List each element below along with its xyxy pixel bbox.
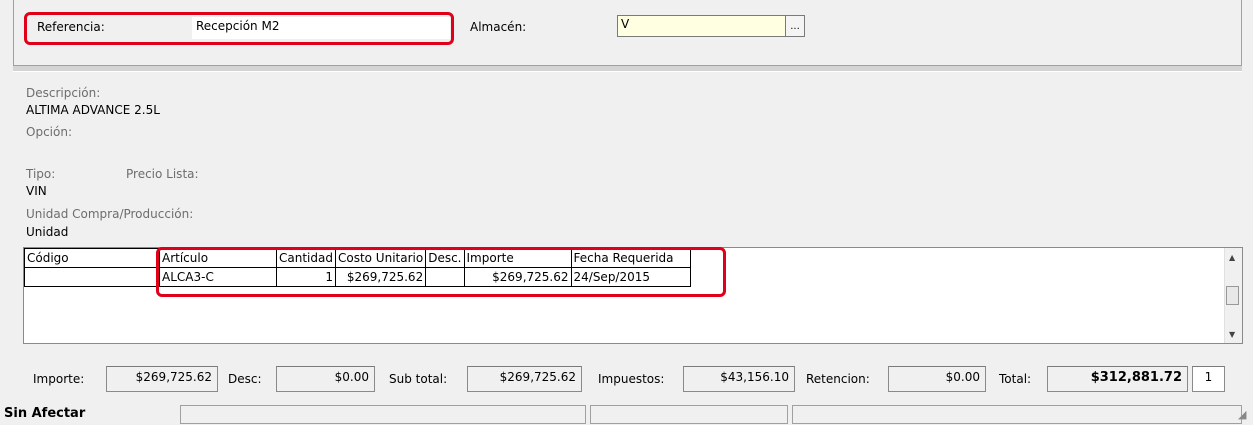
tipo-value: VIN bbox=[26, 184, 47, 198]
scroll-thumb[interactable] bbox=[1226, 286, 1239, 305]
impuestos-label: Impuestos: bbox=[598, 372, 665, 386]
subtotal-field: $269,725.62 bbox=[467, 366, 582, 392]
grid-row-highlight bbox=[156, 247, 726, 297]
precio-lista-label: Precio Lista: bbox=[126, 167, 199, 181]
status-panel-2 bbox=[180, 405, 586, 424]
status-panel-4 bbox=[792, 405, 1242, 424]
impuestos-field: $43,156.10 bbox=[683, 366, 795, 392]
retencion-field: $0.00 bbox=[888, 366, 986, 392]
almacen-input[interactable]: V bbox=[617, 15, 787, 37]
count-field: 1 bbox=[1192, 366, 1225, 392]
scroll-up-icon[interactable]: ▲ bbox=[1229, 253, 1235, 262]
status-panel-3 bbox=[590, 405, 788, 424]
grid-vertical-scrollbar[interactable]: ▲ ▼ bbox=[1224, 248, 1242, 343]
referencia-input[interactable]: Recepción M2 bbox=[192, 17, 450, 39]
opcion-label: Opción: bbox=[26, 125, 72, 139]
retencion-label: Retencion: bbox=[806, 372, 870, 386]
desc-label: Desc: bbox=[228, 372, 262, 386]
column-header-codigo[interactable]: Código bbox=[24, 248, 160, 268]
status-state: Sin Afectar bbox=[4, 406, 86, 421]
subtotal-label: Sub total: bbox=[389, 372, 448, 386]
resize-grip-icon[interactable]: ◢ bbox=[1238, 408, 1246, 421]
descripcion-value: ALTIMA ADVANCE 2.5L bbox=[26, 103, 160, 117]
status-bar: Sin Afectar ◢ bbox=[0, 402, 1253, 425]
importe-total-field: $269,725.62 bbox=[106, 366, 218, 392]
referencia-label: Referencia: bbox=[37, 20, 105, 34]
total-label: Total: bbox=[999, 372, 1032, 386]
importe-label: Importe: bbox=[33, 372, 85, 386]
cell-codigo[interactable] bbox=[24, 267, 160, 287]
desc-total-field: $0.00 bbox=[276, 366, 375, 392]
tipo-label: Tipo: bbox=[26, 167, 56, 181]
almacen-lookup-button[interactable]: ... bbox=[785, 15, 805, 37]
unidad-value: Unidad bbox=[26, 225, 69, 239]
total-field: $312,881.72 bbox=[1047, 366, 1188, 392]
header-divider bbox=[13, 66, 1242, 72]
almacen-label: Almacén: bbox=[470, 20, 527, 34]
descripcion-label: Descripción: bbox=[26, 86, 101, 100]
scroll-down-icon[interactable]: ▼ bbox=[1229, 330, 1235, 339]
unidad-label: Unidad Compra/Producción: bbox=[26, 207, 194, 221]
